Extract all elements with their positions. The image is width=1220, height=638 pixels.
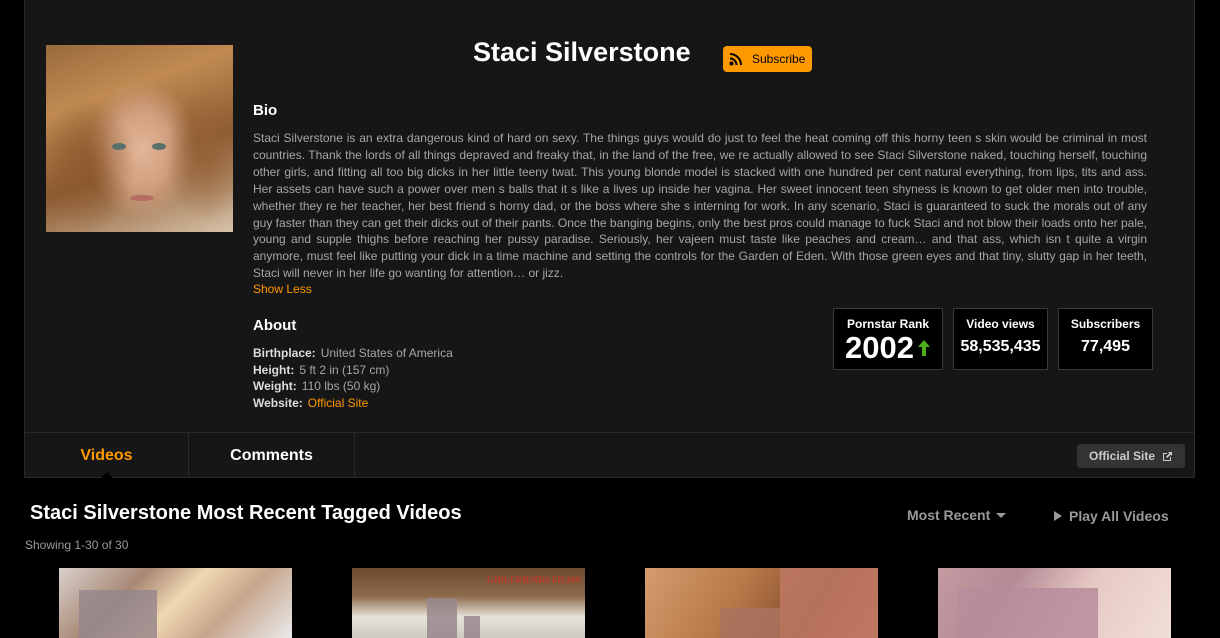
subscribe-button[interactable]: Subscribe (723, 46, 812, 72)
pornstar-name: Staci Silverstone (473, 37, 691, 67)
active-tab-caret (100, 472, 114, 479)
play-icon (1054, 511, 1062, 521)
video-thumbnail[interactable] (645, 568, 878, 638)
tab-comments[interactable]: Comments (189, 433, 355, 478)
tab-videos[interactable]: Videos (25, 433, 189, 479)
external-link-icon (1163, 451, 1173, 461)
caret-down-icon (996, 512, 1007, 518)
subscribers-value: 77,495 (1081, 338, 1130, 355)
about-birthplace: Birthplace: United States of America (253, 346, 453, 360)
about-website: Website: Official Site (253, 396, 369, 411)
rss-icon (729, 53, 742, 66)
videos-section-title: Staci Silverstone Most Recent Tagged Vid… (30, 502, 462, 524)
about-weight: Weight: 110 lbs (50 kg) (253, 379, 381, 394)
subscribers-label: Subscribers (1070, 317, 1141, 331)
show-less-link[interactable]: Show Less (253, 282, 312, 296)
profile-tabs: Videos Comments Official Site (25, 432, 1194, 479)
stat-video-views: Video views 58,535,435 (953, 308, 1048, 370)
about-heading: About (253, 317, 297, 334)
subscribe-label: Subscribe (752, 52, 806, 66)
video-thumbnail[interactable] (59, 568, 292, 638)
sort-dropdown[interactable]: Most Recent (907, 507, 1007, 523)
official-site-link[interactable]: Official Site (308, 396, 368, 410)
about-height: Height: 5 ft 2 in (157 cm) (253, 362, 390, 377)
showing-count: Showing 1-30 of 30 (25, 538, 129, 552)
views-value: 58,535,435 (960, 338, 1041, 355)
video-thumbnail[interactable]: GIRLFRIENDS FILMS (352, 568, 585, 638)
bio-text: Staci Silverstone is an extra dangerous … (253, 131, 1147, 281)
rank-value: 2002 (845, 330, 914, 365)
about-list: Birthplace: United States of America Heig… (253, 345, 453, 412)
arrow-up-icon (917, 340, 930, 356)
official-site-button[interactable]: Official Site (1077, 444, 1185, 468)
play-all-button[interactable]: Play All Videos (1054, 508, 1169, 524)
thumbnail-watermark: GIRLFRIENDS FILMS (487, 575, 581, 585)
views-label: Video views (966, 317, 1035, 331)
bio-heading: Bio (253, 102, 278, 119)
avatar[interactable] (46, 45, 233, 232)
video-thumbnail[interactable] (938, 568, 1171, 638)
rank-label: Pornstar Rank (846, 317, 930, 331)
profile-header: Staci Silverstone Subscribe Bio Staci Si… (24, 0, 1195, 479)
stat-subscribers: Subscribers 77,495 (1058, 308, 1153, 370)
stat-rank: Pornstar Rank 2002 (833, 308, 943, 370)
